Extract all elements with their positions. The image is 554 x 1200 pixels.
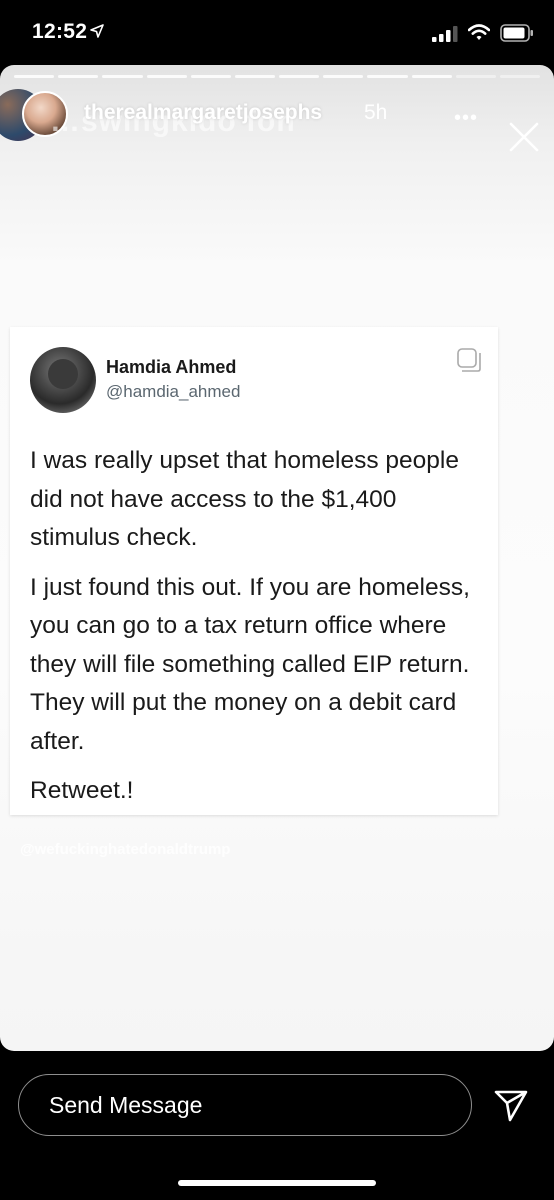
progress-segment: [323, 75, 364, 78]
more-icon[interactable]: •••: [454, 107, 478, 130]
message-placeholder: Send Message: [49, 1092, 203, 1118]
story-viewer[interactable]: …swingkido fon therealmargaretjosephs 5h…: [0, 65, 554, 1051]
send-icon[interactable]: [494, 1088, 528, 1122]
progress-segment: [499, 75, 541, 78]
story-progress-bar: [14, 75, 541, 78]
location-arrow-icon: [90, 24, 104, 38]
tweet-avatar: [30, 347, 96, 413]
close-icon[interactable]: [508, 121, 540, 153]
watermark: @wefuckinghatedonaldtrump: [20, 841, 231, 858]
tweet-paragraph: I was really upset that homeless people …: [30, 447, 459, 551]
progress-segment: [58, 75, 99, 78]
send-message-input[interactable]: Send Message: [18, 1074, 472, 1136]
story-header: …swingkido fon therealmargaretjosephs 5h…: [0, 89, 554, 152]
copy-icon: [457, 348, 481, 372]
progress-segment: [190, 75, 231, 78]
progress-segment: [367, 75, 408, 78]
progress-segment: [279, 75, 320, 78]
wifi-icon: [468, 24, 490, 40]
story-time-ago: 5h: [364, 101, 388, 124]
status-bar: 12:52: [0, 0, 554, 64]
progress-segment: [234, 75, 276, 78]
tweet-card: Hamdia Ahmed @hamdia_ahmed I was really …: [10, 327, 498, 815]
progress-segment: [102, 75, 143, 78]
story-username[interactable]: therealmargaretjosephs: [84, 101, 322, 125]
home-indicator[interactable]: [178, 1180, 376, 1186]
tweet-author-handle: @hamdia_ahmed: [106, 382, 241, 401]
progress-segment: [14, 75, 55, 78]
tweet-text: I was really upset that homeless people …: [30, 442, 480, 822]
tweet-author-name: Hamdia Ahmed: [106, 357, 237, 377]
signal-icon: [432, 26, 458, 42]
tweet-paragraph: Retweet.!: [30, 777, 134, 804]
progress-segment: [146, 75, 187, 78]
tweet-paragraph: I just found this out. If you are homele…: [30, 573, 470, 755]
progress-segment: [411, 75, 452, 78]
status-time: 12:52: [32, 20, 88, 43]
progress-segment: [455, 75, 496, 78]
battery-icon: [500, 24, 533, 42]
